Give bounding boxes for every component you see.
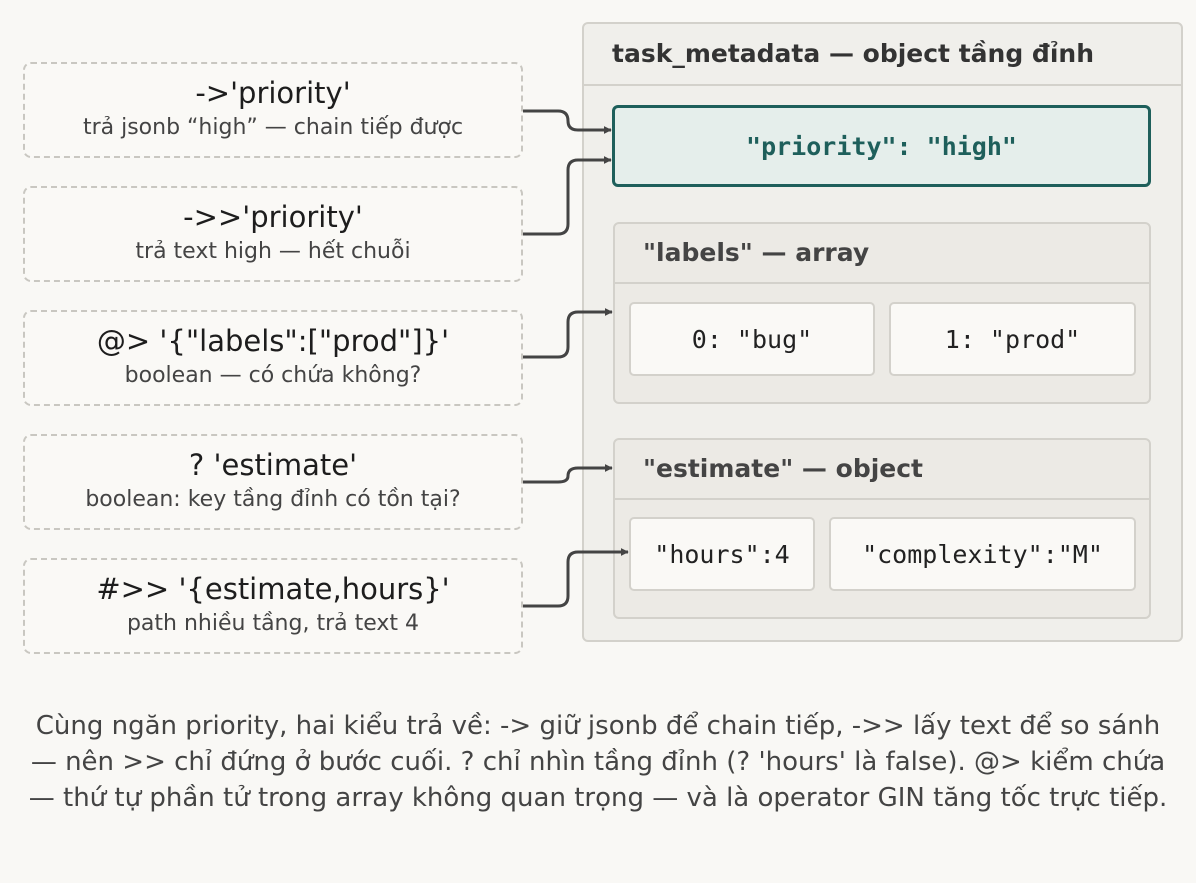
arrow-to-priority-jsonb bbox=[523, 109, 612, 134]
arrow-to-hours bbox=[523, 548, 629, 608]
arrow-to-priority-text bbox=[523, 156, 612, 236]
arrow-to-estimate-key bbox=[523, 464, 613, 484]
caption: Cùng ngăn priority, hai kiểu trả về: -> … bbox=[28, 711, 1168, 813]
arrow-to-labels-array bbox=[523, 308, 613, 359]
